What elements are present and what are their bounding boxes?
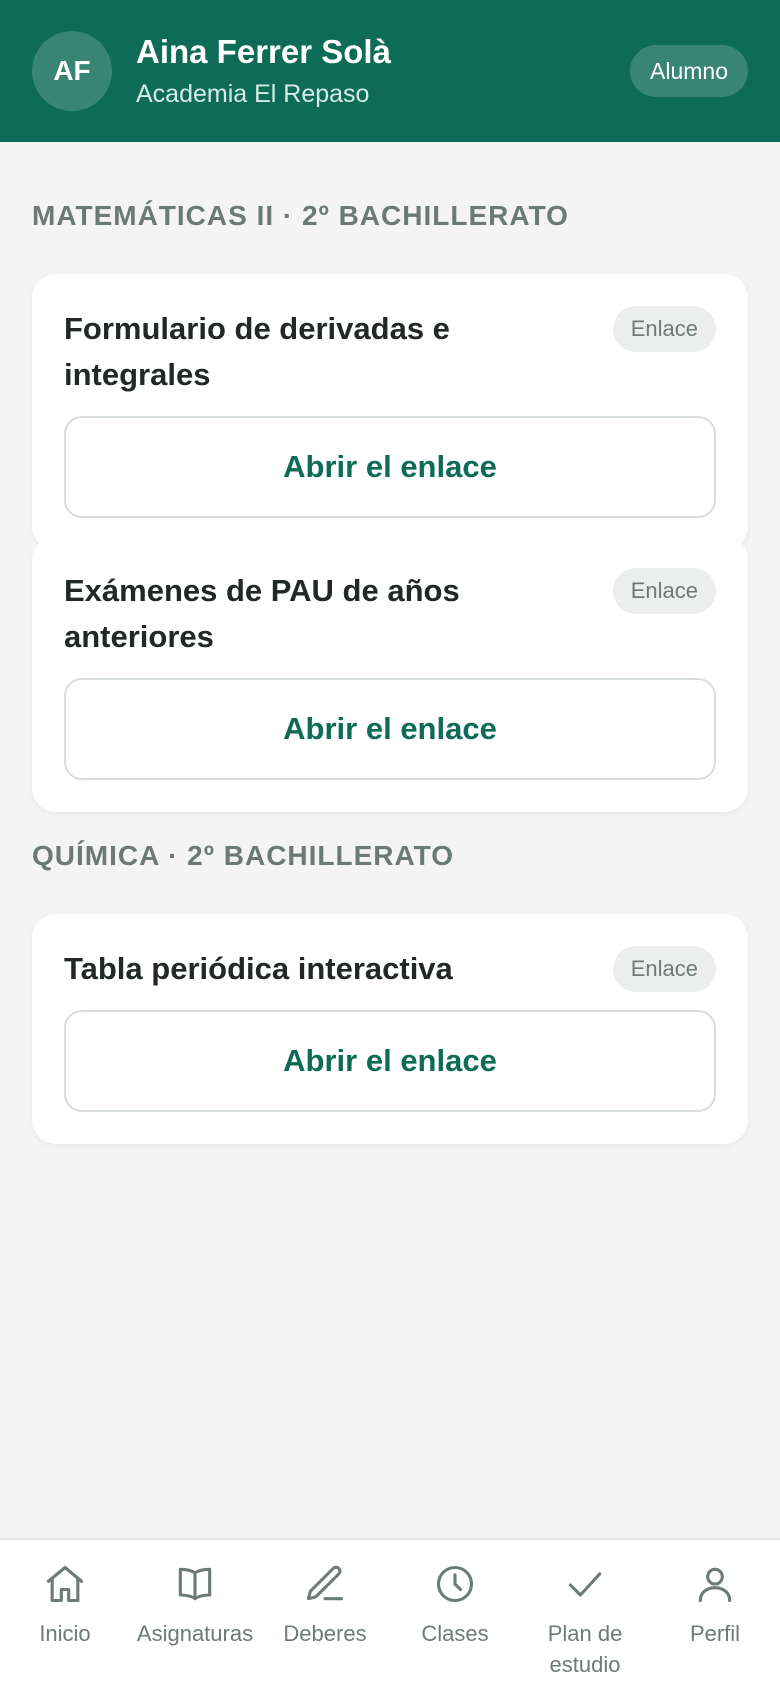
organization-name: Academia El Repaso (136, 80, 370, 108)
link-type-badge: Enlace (612, 306, 716, 352)
clock-icon (433, 1562, 477, 1606)
link-type-badge: Enlace (612, 568, 716, 614)
nav-item-perfil[interactable]: Perfil (650, 1540, 780, 1688)
resource-title: Tabla periódica interactiva (64, 951, 453, 986)
nav-label: Asignaturas (136, 1621, 254, 1646)
resource-card: Exámenes de PAU de años anteriores Enlac… (32, 536, 748, 812)
nav-item-plan-de-estudio[interactable]: Plan de estudio (520, 1540, 650, 1688)
avatar[interactable]: AF (32, 31, 112, 111)
bottom-navigation: Inicio Asignaturas Deberes Clases Plan d… (0, 1538, 780, 1688)
resource-title: Exámenes de PAU de años anteriores (64, 573, 460, 654)
header-user-info: Aina Ferrer Solà Academia El Repaso (136, 32, 630, 110)
nav-item-deberes[interactable]: Deberes (260, 1540, 390, 1688)
nav-label: Plan de estudio (547, 1621, 623, 1677)
open-link-button[interactable]: Abrir el enlace (64, 1010, 716, 1112)
resource-card: Formulario de derivadas e integrales Enl… (32, 274, 748, 550)
home-icon (43, 1562, 87, 1606)
section-title-matematicas: MATEMÁTICAS II · 2º BACHILLERATO (32, 200, 569, 231)
nav-item-clases[interactable]: Clases (390, 1540, 520, 1688)
nav-label: Inicio (39, 1621, 91, 1646)
nav-label: Perfil (689, 1621, 741, 1646)
resource-title: Formulario de derivadas e integrales (64, 311, 450, 392)
resource-card: Tabla periódica interactiva Enlace Abrir… (32, 914, 748, 1144)
nav-label: Clases (421, 1621, 489, 1646)
user-name: Aina Ferrer Solà (136, 33, 391, 70)
pencil-icon (303, 1562, 347, 1606)
book-icon (173, 1562, 217, 1606)
open-link-button[interactable]: Abrir el enlace (64, 416, 716, 518)
section-title-quimica: QUÍMICA · 2º BACHILLERATO (32, 840, 455, 871)
nav-label: Deberes (283, 1621, 367, 1646)
user-icon (693, 1562, 737, 1606)
nav-item-inicio[interactable]: Inicio (0, 1540, 130, 1688)
open-link-button[interactable]: Abrir el enlace (64, 678, 716, 780)
link-type-badge: Enlace (612, 946, 716, 992)
check-icon (563, 1562, 607, 1606)
nav-item-asignaturas[interactable]: Asignaturas (130, 1540, 260, 1688)
role-badge: Alumno (630, 45, 748, 97)
app-header: AF Aina Ferrer Solà Academia El Repaso A… (0, 0, 780, 142)
